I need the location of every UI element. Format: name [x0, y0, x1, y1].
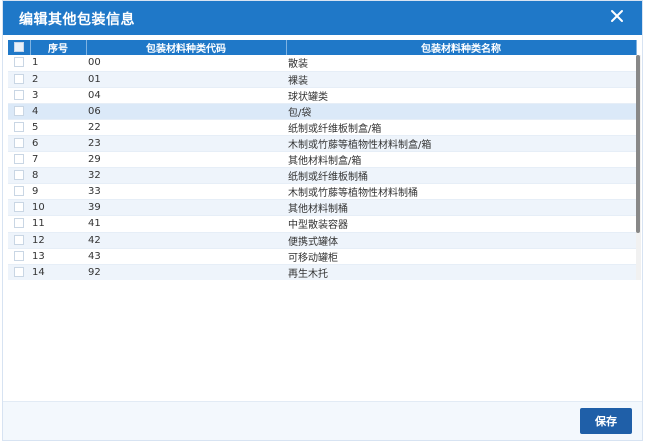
table-header-row: 序号 包装材料种类代码 包装材料种类名称 — [8, 40, 637, 55]
table-row[interactable]: 1 00 散装 — [8, 55, 636, 72]
dialog-footer: 保存 — [3, 401, 642, 440]
row-code: 29 — [86, 151, 286, 169]
row-name: 木制或竹藤等植物性材料制盒/箱 — [286, 135, 636, 153]
edit-packaging-dialog: 编辑其他包装信息 序号 包装材料种类代码 包装材料种类名称 1 00 散装 2 … — [2, 0, 643, 441]
row-seq: 12 — [30, 232, 86, 249]
table-row[interactable]: 8 32 纸制或纤维板制桶 — [8, 167, 636, 185]
row-seq: 10 — [30, 199, 86, 217]
row-code: 06 — [86, 103, 286, 120]
header-code: 包装材料种类代码 — [86, 40, 287, 55]
row-code: 43 — [86, 248, 286, 265]
header-seq: 序号 — [30, 40, 87, 55]
row-checkbox[interactable] — [8, 183, 30, 201]
row-code: 41 — [86, 215, 286, 233]
table-row[interactable]: 4 06 包/袋 — [8, 103, 636, 120]
row-code: 22 — [86, 119, 286, 136]
row-name: 纸制或纤维板制盒/箱 — [286, 119, 636, 136]
row-checkbox[interactable] — [8, 151, 30, 169]
table-row[interactable]: 3 04 球状罐类 — [8, 87, 636, 104]
row-name: 可移动罐柜 — [286, 248, 636, 265]
header-name: 包装材料种类名称 — [286, 40, 637, 55]
row-seq: 9 — [30, 183, 86, 201]
row-seq: 14 — [30, 264, 86, 280]
table-row[interactable]: 5 22 纸制或纤维板制盒/箱 — [8, 119, 636, 136]
row-seq: 7 — [30, 151, 86, 169]
row-seq: 4 — [30, 103, 86, 120]
row-name: 再生木托 — [286, 264, 636, 280]
row-checkbox[interactable] — [8, 55, 30, 72]
table-row[interactable]: 14 92 再生木托 — [8, 264, 636, 280]
row-code: 42 — [86, 232, 286, 249]
row-checkbox[interactable] — [8, 71, 30, 88]
table-row[interactable]: 10 39 其他材料制桶 — [8, 199, 636, 217]
row-seq: 2 — [30, 71, 86, 88]
row-seq: 8 — [30, 167, 86, 185]
dialog-titlebar: 编辑其他包装信息 — [3, 1, 642, 35]
row-seq: 5 — [30, 119, 86, 136]
row-checkbox[interactable] — [8, 167, 30, 185]
save-button[interactable]: 保存 — [580, 408, 632, 434]
row-seq: 6 — [30, 135, 86, 153]
table-row[interactable]: 11 41 中型散装容器 — [8, 215, 636, 233]
row-name: 散装 — [286, 55, 636, 72]
row-name: 包/袋 — [286, 103, 636, 120]
row-code: 23 — [86, 135, 286, 153]
packaging-table-container: 序号 包装材料种类代码 包装材料种类名称 1 00 散装 2 01 裸装 3 04 球状罐类 4 0… — [8, 40, 640, 280]
row-seq: 3 — [30, 87, 86, 104]
row-name: 其他材料制盒/箱 — [286, 151, 636, 169]
row-name: 纸制或纤维板制桶 — [286, 167, 636, 185]
row-checkbox[interactable] — [8, 215, 30, 233]
row-name: 裸装 — [286, 71, 636, 88]
row-name: 木制或竹藤等植物性材料制桶 — [286, 183, 636, 201]
table-row[interactable]: 13 43 可移动罐柜 — [8, 248, 636, 265]
dialog-title: 编辑其他包装信息 — [19, 12, 135, 28]
row-code: 00 — [86, 55, 286, 72]
table-row[interactable]: 2 01 裸装 — [8, 71, 636, 88]
row-code: 01 — [86, 71, 286, 88]
row-code: 32 — [86, 167, 286, 185]
close-icon[interactable] — [608, 7, 626, 25]
table-row[interactable]: 6 23 木制或竹藤等植物性材料制盒/箱 — [8, 135, 636, 153]
select-all-checkbox[interactable] — [8, 40, 31, 55]
row-seq: 11 — [30, 215, 86, 233]
row-seq: 13 — [30, 248, 86, 265]
row-seq: 1 — [30, 55, 86, 72]
row-checkbox[interactable] — [8, 103, 30, 120]
row-code: 04 — [86, 87, 286, 104]
row-code: 33 — [86, 183, 286, 201]
row-name: 中型散装容器 — [286, 215, 636, 233]
table-row[interactable]: 7 29 其他材料制盒/箱 — [8, 151, 636, 169]
row-name: 便携式罐体 — [286, 232, 636, 249]
row-checkbox[interactable] — [8, 119, 30, 136]
table-row[interactable]: 9 33 木制或竹藤等植物性材料制桶 — [8, 183, 636, 201]
row-checkbox[interactable] — [8, 199, 30, 217]
row-checkbox[interactable] — [8, 87, 30, 104]
packaging-table: 序号 包装材料种类代码 包装材料种类名称 1 00 散装 2 01 裸装 3 04 球状罐类 4 0… — [8, 40, 637, 280]
row-checkbox[interactable] — [8, 232, 30, 249]
row-code: 92 — [86, 264, 286, 280]
row-checkbox[interactable] — [8, 264, 30, 280]
row-code: 39 — [86, 199, 286, 217]
row-checkbox[interactable] — [8, 135, 30, 153]
row-name: 球状罐类 — [286, 87, 636, 104]
table-row[interactable]: 12 42 便携式罐体 — [8, 232, 636, 249]
row-name: 其他材料制桶 — [286, 199, 636, 217]
row-checkbox[interactable] — [8, 248, 30, 265]
